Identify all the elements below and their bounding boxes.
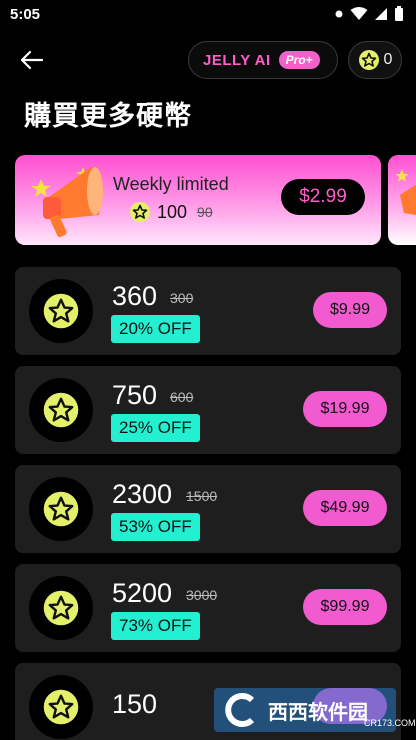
coin-icon	[43, 689, 79, 725]
buy-button[interactable]: $49.99	[303, 490, 387, 526]
package-coin-badge	[29, 279, 93, 343]
discount-badge: 53% OFF	[111, 513, 200, 541]
watermark-subtext: CR173.COM	[364, 718, 416, 728]
package-old-amount: 300	[170, 290, 194, 306]
promo-old-amount: 90	[197, 204, 213, 220]
watermark: 西西软件园 CR173.COM	[214, 688, 416, 732]
buy-button[interactable]: $19.99	[303, 391, 387, 427]
status-time: 5:05	[10, 6, 41, 23]
package-coin-amount: 5200	[112, 578, 173, 608]
wifi-icon	[350, 7, 368, 20]
promo-buy-button[interactable]: $2.99	[281, 179, 365, 215]
signal-icon	[375, 8, 387, 20]
package-coin-amount: 750	[112, 380, 158, 410]
package-coin-badge	[29, 675, 93, 739]
package-card[interactable]: 2300 1500 53% OFF $49.99	[15, 465, 401, 553]
package-coin-amount: 2300	[112, 479, 173, 509]
package-coin-amount: 150	[112, 689, 158, 719]
battery-icon	[395, 6, 403, 21]
next-promo-card[interactable]	[388, 155, 416, 245]
package-old-amount: 1500	[186, 488, 218, 504]
coin-balance[interactable]: 0	[348, 41, 402, 79]
alarm-dot-icon	[335, 10, 343, 18]
weekly-limited-card[interactable]: Weekly limited 100 90 $2.99	[15, 155, 381, 245]
pro-plus-badge: Pro+	[278, 51, 320, 69]
coin-icon	[43, 491, 79, 527]
coin-icon	[43, 392, 79, 428]
back-arrow-icon[interactable]	[18, 48, 46, 72]
coin-icon	[130, 202, 150, 222]
top-bar: JELLY AI Pro+ 0	[0, 38, 416, 84]
discount-badge: 20% OFF	[111, 315, 200, 343]
promo-label: Weekly limited	[113, 174, 229, 194]
jelly-ai-pro-button[interactable]: JELLY AI Pro+	[188, 41, 338, 79]
buy-button[interactable]: $99.99	[303, 589, 387, 625]
coin-balance-count: 0	[383, 51, 393, 68]
megaphone-icon	[31, 167, 103, 238]
status-bar: 5:05	[0, 0, 416, 30]
package-old-amount: 600	[170, 389, 194, 405]
package-card[interactable]: 360 300 20% OFF $9.99	[15, 267, 401, 355]
coin-icon	[43, 590, 79, 626]
coin-icon	[358, 50, 379, 70]
package-old-amount: 3000	[186, 587, 218, 603]
brand-label: JELLY AI	[203, 51, 271, 69]
coin-icon	[43, 293, 79, 329]
megaphone-icon	[395, 169, 416, 215]
package-coin-badge	[29, 576, 93, 640]
buy-button[interactable]: $9.99	[313, 292, 387, 328]
discount-badge: 73% OFF	[111, 612, 200, 640]
discount-badge: 25% OFF	[111, 414, 200, 442]
package-coin-badge	[29, 477, 93, 541]
page-title: 購買更多硬幣	[24, 101, 192, 132]
package-card[interactable]: 750 600 25% OFF $19.99	[15, 366, 401, 454]
watermark-text: 西西软件园	[268, 699, 368, 724]
package-card[interactable]: 5200 3000 73% OFF $99.99	[15, 564, 401, 652]
watermark-logo-icon	[225, 693, 255, 727]
package-coin-badge	[29, 378, 93, 442]
status-icons	[334, 6, 404, 22]
promo-coins: 100 90	[129, 201, 213, 223]
package-coin-amount: 360	[112, 281, 158, 311]
promo-coin-amount: 100	[157, 201, 188, 222]
